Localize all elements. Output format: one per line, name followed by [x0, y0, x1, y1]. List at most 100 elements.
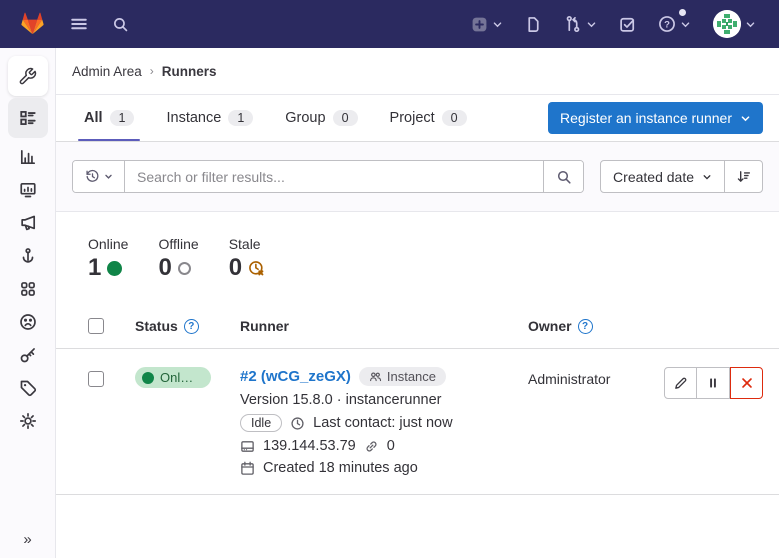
runner-tabs-row: All 1 Instance 1 Group 0 Project 0 Regis… [56, 95, 779, 142]
user-avatar [713, 10, 741, 38]
chevron-down-icon [586, 19, 597, 30]
runner-link[interactable]: #2 (wCG_zeGX) [240, 368, 351, 385]
pause-runner-button[interactable] [697, 367, 730, 399]
tab-instance[interactable]: Instance 1 [154, 95, 265, 141]
search-input[interactable] [125, 161, 543, 192]
chevron-down-icon [492, 19, 503, 30]
overview-icon [19, 109, 37, 127]
stale-clock-icon [248, 260, 265, 277]
delete-runner-button[interactable] [730, 367, 763, 399]
runner-owner: Administrator [528, 367, 663, 387]
help-menu-button[interactable]: ? [653, 10, 696, 38]
owner-help-icon[interactable]: ? [578, 319, 593, 334]
runner-actions [664, 367, 763, 399]
search-history-dropdown[interactable] [73, 161, 125, 192]
stat-stale: Stale 0 [229, 236, 265, 282]
gitlab-logo[interactable] [14, 6, 51, 42]
tab-all-count: 1 [110, 110, 135, 126]
sidebar-item-messages[interactable] [8, 206, 48, 239]
tab-group[interactable]: Group 0 [273, 95, 369, 141]
register-instance-runner-button[interactable]: Register an instance runner [548, 102, 763, 134]
online-count: 1 [88, 254, 101, 282]
tab-instance-count: 1 [228, 110, 253, 126]
runner-stats: Online 1 Offline 0 Stale 0 [56, 212, 779, 304]
sidebar-item-analytics[interactable] [8, 140, 48, 173]
runner-row-checkbox[interactable] [88, 371, 104, 387]
wrench-icon [18, 67, 37, 86]
issues-icon[interactable] [520, 11, 547, 38]
hamburger-menu-icon[interactable] [65, 10, 93, 38]
todos-icon[interactable] [614, 11, 641, 38]
megaphone-icon [19, 214, 37, 232]
tab-project[interactable]: Project 0 [378, 95, 479, 141]
column-owner: Owner [528, 318, 572, 334]
breadcrumb: Admin Area › Runners [56, 48, 779, 95]
pause-icon [706, 376, 720, 390]
tab-project-count: 0 [442, 110, 467, 126]
runner-row: Online #2 (wCG_zeGX) Instance Version 15… [56, 349, 779, 495]
runner-details: #2 (wCG_zeGX) Instance Version 15.8.0 · … [240, 367, 528, 476]
runner-online-badge: Online [135, 367, 211, 388]
search-submit-button[interactable] [543, 161, 583, 192]
column-status: Status [135, 318, 178, 334]
breadcrumb-runners: Runners [162, 64, 217, 79]
runner-ip-address: 139.144.53.79 [263, 438, 356, 454]
search-icon[interactable] [107, 11, 134, 38]
runner-idle-badge: Idle [240, 414, 282, 432]
sidebar-item-overview[interactable] [8, 98, 48, 138]
new-menu-button[interactable] [466, 11, 508, 38]
runner-link-count: 0 [387, 438, 395, 454]
link-icon [364, 439, 379, 454]
sort-by-dropdown[interactable]: Created date [601, 161, 724, 192]
history-icon [85, 169, 100, 184]
grid-icon [19, 280, 37, 298]
users-icon [369, 370, 382, 383]
sidebar-item-applications[interactable] [8, 272, 48, 305]
search-filter-group [72, 160, 584, 193]
svg-text:?: ? [664, 19, 670, 30]
edit-runner-button[interactable] [664, 367, 697, 399]
top-navigation-bar: ? [0, 0, 779, 48]
key-icon [19, 346, 37, 364]
search-icon [556, 169, 572, 185]
select-all-checkbox[interactable] [88, 318, 104, 334]
sidebar-item-labels[interactable] [8, 371, 48, 404]
tag-icon [19, 379, 37, 397]
notification-dot [679, 9, 686, 16]
clock-icon [290, 416, 305, 431]
sidebar-item-deploy-keys[interactable] [8, 338, 48, 371]
chevron-down-icon [702, 172, 712, 182]
user-menu-button[interactable] [708, 5, 761, 43]
sort-descending-icon [736, 169, 751, 184]
breadcrumb-separator: › [150, 64, 154, 78]
delete-x-icon [740, 376, 754, 390]
edit-pencil-icon [673, 376, 688, 391]
ip-address-icon [240, 439, 255, 454]
sort-group: Created date [600, 160, 763, 193]
sidebar-expand-button[interactable]: » [23, 531, 31, 548]
sidebar-item-admin-area[interactable] [8, 56, 48, 96]
sidebar-item-abuse-reports[interactable] [8, 305, 48, 338]
runner-version-line: Version 15.8.0 · instancerunner [240, 392, 528, 408]
tab-all[interactable]: All 1 [72, 95, 146, 141]
stale-count: 0 [229, 254, 242, 282]
merge-requests-icon[interactable] [559, 10, 602, 38]
status-help-icon[interactable]: ? [184, 319, 199, 334]
help-icon: ? [658, 15, 676, 33]
calendar-icon [240, 461, 255, 476]
sort-direction-button[interactable] [724, 161, 762, 192]
monitor-icon [19, 181, 37, 199]
gear-icon [19, 412, 37, 430]
breadcrumb-admin-area[interactable]: Admin Area [72, 64, 142, 79]
sidebar-item-monitoring[interactable] [8, 173, 48, 206]
hook-icon [19, 247, 37, 265]
tab-group-count: 0 [333, 110, 358, 126]
bar-chart-icon [19, 148, 37, 166]
frown-face-icon [19, 313, 37, 331]
column-runner: Runner [240, 318, 289, 334]
chevron-down-icon [680, 19, 691, 30]
stat-online: Online 1 [88, 236, 128, 282]
offline-count: 0 [158, 254, 171, 282]
sidebar-item-system-hooks[interactable] [8, 239, 48, 272]
sidebar-item-settings[interactable] [8, 404, 48, 437]
